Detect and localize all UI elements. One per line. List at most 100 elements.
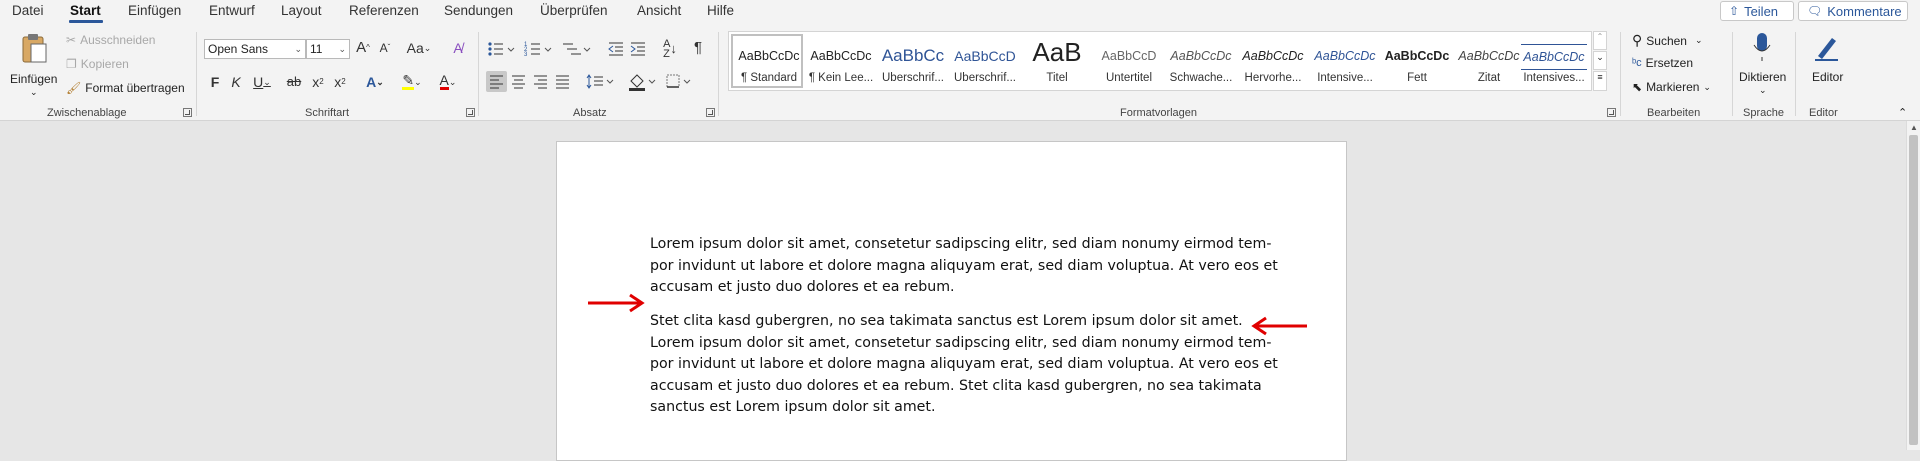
sort-button[interactable]: A Z ↓: [660, 39, 680, 60]
decrease-indent-icon[interactable]: [607, 40, 625, 58]
style-name: ¶ Standard: [740, 72, 798, 84]
replace-button[interactable]: ᵇc Ersetzen: [1632, 56, 1693, 70]
borders-icon[interactable]: [664, 71, 694, 92]
superscript-button[interactable]: x2: [332, 74, 348, 90]
clipboard-launcher-icon[interactable]: [183, 108, 192, 117]
style-subtitle[interactable]: AaBbCcD Untertitel: [1093, 32, 1165, 90]
collapse-ribbon-button[interactable]: ⌃: [1898, 106, 1912, 119]
tab-referenzen[interactable]: Referenzen: [349, 3, 419, 18]
tab-einfuegen[interactable]: Einfügen: [128, 3, 181, 18]
text-effects-button[interactable]: A ⌄: [362, 74, 388, 90]
font-size-combo[interactable]: 11 ⌄: [306, 39, 350, 59]
align-left-button[interactable]: [486, 71, 507, 92]
style-name: Fett: [1407, 72, 1427, 84]
tab-ueberpruefen[interactable]: Überprüfen: [540, 3, 608, 18]
font-group-label: Schriftart: [305, 107, 350, 119]
style-preview: AaBbCcD: [1101, 49, 1157, 63]
shading-icon[interactable]: [627, 71, 657, 92]
gallery-more[interactable]: ≡: [1593, 71, 1607, 91]
bold-button[interactable]: F: [207, 74, 223, 90]
font-color-button[interactable]: A ⌄: [434, 73, 462, 90]
tab-entwurf[interactable]: Entwurf: [209, 3, 255, 18]
gallery-scroll-down[interactable]: ⌄: [1593, 51, 1607, 70]
style-preview: AaBbCcDc: [1521, 44, 1587, 70]
clear-formatting-button[interactable]: A̸: [448, 40, 468, 56]
dictate-button[interactable]: Diktieren ⌄: [1737, 30, 1787, 100]
style-quote[interactable]: AaBbCcDc Zitat: [1453, 32, 1525, 90]
style-preview: AaBbCcDc: [1170, 49, 1232, 63]
svg-text:3: 3: [524, 52, 528, 58]
document-page[interactable]: Lorem ipsum dolor sit amet, consetetur s…: [556, 141, 1347, 461]
italic-button[interactable]: K: [228, 74, 244, 90]
cut-button[interactable]: ✂ Ausschneiden: [66, 33, 155, 47]
paragraph-1[interactable]: Lorem ipsum dolor sit amet, consetetur s…: [650, 234, 1278, 299]
justify-icon[interactable]: [552, 71, 573, 92]
style-preview: AaBbCcDc: [1314, 49, 1376, 63]
annotation-arrow-right-icon: [588, 293, 645, 313]
line-spacing-icon[interactable]: [585, 71, 615, 92]
tab-datei[interactable]: Datei: [12, 3, 44, 18]
select-button[interactable]: ⬉ Markieren ⌄: [1632, 80, 1711, 94]
style-intense-quote[interactable]: AaBbCcDc Intensives...: [1519, 32, 1589, 90]
comments-button[interactable]: 🗨 Kommentare: [1798, 1, 1908, 21]
style-name: Intensive...: [1317, 72, 1373, 84]
style-subtle-emphasis[interactable]: AaBbCcDc Schwache...: [1165, 32, 1237, 90]
font-size-value: 11: [310, 42, 323, 56]
scissors-icon: ✂: [66, 33, 77, 47]
tab-layout[interactable]: Layout: [281, 3, 322, 18]
find-button[interactable]: ⚲ Suchen ⌄: [1632, 32, 1703, 49]
align-right-icon[interactable]: [530, 71, 551, 92]
gallery-scroll-up[interactable]: ⌃: [1593, 31, 1607, 50]
share-button[interactable]: ⇧ Teilen: [1720, 1, 1794, 21]
style-heading-1[interactable]: AaBbCc Überschrif...: [877, 32, 949, 90]
style-intense-emphasis[interactable]: AaBbCcDc Intensive...: [1309, 32, 1381, 90]
change-case-button[interactable]: Aa ⌄: [404, 40, 434, 56]
tab-sendungen[interactable]: Sendungen: [444, 3, 513, 18]
highlight-button[interactable]: ✎ ⌄: [398, 73, 426, 90]
chevron-down-icon: ⌄: [294, 43, 302, 54]
grow-font-button[interactable]: A ^: [354, 40, 372, 56]
chevron-down-icon: ⌄: [1596, 52, 1604, 62]
format-painter-button[interactable]: 🖌 Format übertragen: [66, 81, 185, 95]
underline-button[interactable]: U ⌄: [249, 74, 275, 90]
align-center-icon[interactable]: [508, 71, 529, 92]
paste-button[interactable]: Einfügen ⌄: [8, 30, 58, 98]
shrink-font-button[interactable]: Aˇ: [376, 40, 394, 56]
strikethrough-button[interactable]: ab: [285, 74, 303, 90]
copy-icon: ❐: [66, 57, 77, 71]
subscript-button[interactable]: x2: [310, 74, 326, 90]
pilcrow-icon: ¶: [693, 39, 703, 56]
italic-icon: K: [231, 74, 241, 90]
vertical-scrollbar[interactable]: ▲: [1906, 121, 1920, 450]
style-emphasis[interactable]: AaBbCcDc Hervorhe...: [1237, 32, 1309, 90]
style-name: Intensives...: [1523, 72, 1585, 84]
copy-button[interactable]: ❐ Kopieren: [66, 57, 129, 71]
tab-start[interactable]: Start: [70, 3, 101, 18]
style-no-spacing[interactable]: AaBbCcDc ¶ Kein Lee...: [805, 32, 877, 90]
paragraph-2[interactable]: Stet clita kasd gubergren, no sea takima…: [650, 311, 1278, 419]
style-heading-2[interactable]: AaBbCcD Überschrif...: [949, 32, 1021, 90]
paragraph-launcher-icon[interactable]: [706, 108, 715, 117]
increase-indent-icon[interactable]: [629, 40, 647, 58]
style-strong[interactable]: AaBbCcDc Fett: [1381, 32, 1453, 90]
text-line: por invidunt ut labore et dolore magna a…: [650, 257, 1278, 274]
scroll-thumb[interactable]: [1909, 135, 1918, 445]
font-name-combo[interactable]: Open Sans ⌄: [204, 39, 306, 59]
editor-button[interactable]: Editor: [1802, 30, 1852, 100]
show-formatting-button[interactable]: ¶: [690, 40, 706, 56]
styles-launcher-icon[interactable]: [1607, 108, 1616, 117]
editor-group-label: Editor: [1809, 107, 1838, 119]
bullets-icon[interactable]: [487, 40, 517, 58]
menu-bar: Datei Start Einfügen Entwurf Layout Refe…: [0, 0, 1920, 24]
format-painter-label: Format übertragen: [85, 81, 185, 95]
style-name: ¶ Kein Lee...: [808, 72, 874, 84]
tab-hilfe[interactable]: Hilfe: [707, 3, 734, 18]
tab-ansicht[interactable]: Ansicht: [637, 3, 681, 18]
style-standard[interactable]: AaBbCcDc ¶ Standard: [731, 34, 803, 88]
editing-group-label: Bearbeiten: [1647, 107, 1701, 119]
replace-icon: ᵇc: [1632, 57, 1642, 69]
style-title[interactable]: AaB Titel: [1021, 32, 1093, 90]
font-launcher-icon[interactable]: [466, 108, 475, 117]
numbering-icon[interactable]: 123: [524, 40, 554, 58]
multilevel-list-icon[interactable]: [561, 40, 593, 58]
